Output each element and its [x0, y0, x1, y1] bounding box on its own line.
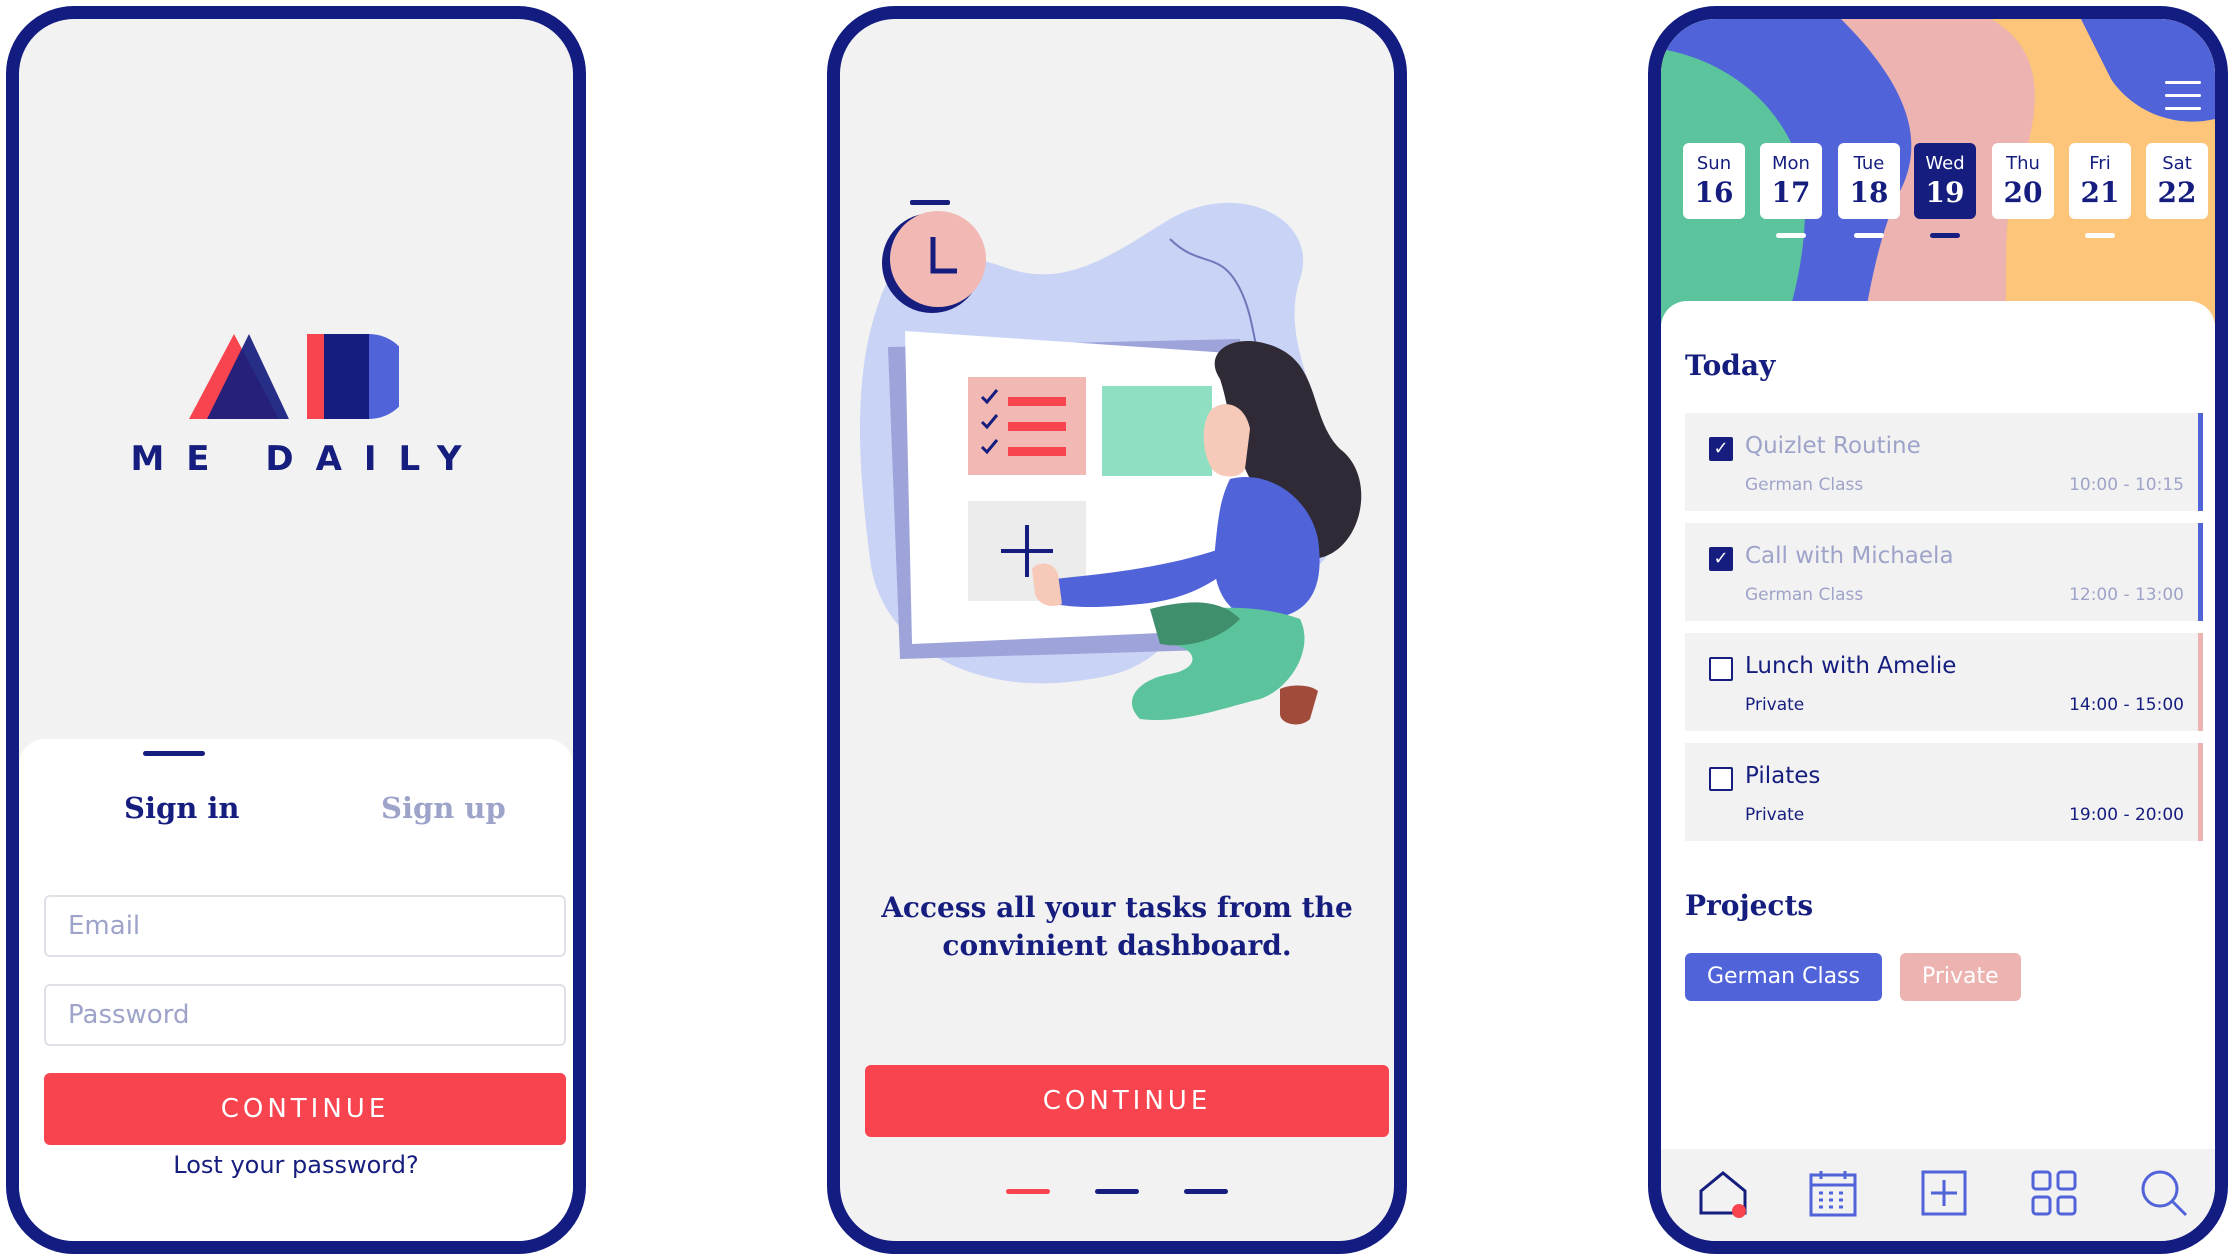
add-icon[interactable]	[1918, 1167, 1970, 1219]
day-name: Thu	[2006, 153, 2040, 174]
task-time: 14:00 - 15:00	[2069, 695, 2184, 715]
task-checkbox[interactable]	[1709, 657, 1733, 681]
email-field[interactable]	[44, 895, 566, 957]
project-chip-german-class[interactable]: German Class	[1685, 953, 1882, 1001]
day-number: 17	[1771, 176, 1811, 209]
task-time: 12:00 - 13:00	[2069, 585, 2184, 605]
day-number: 21	[2080, 176, 2120, 209]
continue-button[interactable]: CONTINUE	[44, 1073, 566, 1145]
signin-sheet: Sign in Sign up CONTINUE Lost your passw…	[19, 739, 573, 1241]
pager-dots	[840, 1179, 1394, 1198]
day-name: Wed	[1925, 153, 1965, 174]
task-category: Private	[1745, 695, 1805, 715]
lost-password-link[interactable]: Lost your password?	[19, 1151, 573, 1179]
day-number: 22	[2157, 176, 2197, 209]
projects-title: Projects	[1685, 889, 1814, 922]
task-title: Lunch with Amelie	[1745, 653, 1957, 679]
grid-icon[interactable]	[2028, 1167, 2080, 1219]
task-checkbox[interactable]: ✓	[1709, 437, 1733, 461]
day-number: 20	[2003, 176, 2043, 209]
task-category: German Class	[1745, 475, 1864, 495]
event-indicator	[1930, 233, 1960, 238]
dashboard-phone: Sun 16 Mon 17 Tue 18 Wed 19 Thu 20 Fri 21 Sat 2…	[1648, 6, 2228, 1254]
day-number: 16	[1694, 176, 1734, 209]
task-title: Call with Michaela	[1745, 543, 1954, 569]
task-title: Quizlet Routine	[1745, 433, 1921, 459]
task-time: 10:00 - 10:15	[2069, 475, 2184, 495]
day-name: Mon	[1772, 153, 1810, 174]
calendar-icon[interactable]	[1807, 1167, 1859, 1219]
signin-phone: ME DAILY Sign in Sign up CONTINUE Lost y…	[6, 6, 586, 1254]
event-indicator	[2085, 233, 2115, 238]
pager-dot[interactable]	[1184, 1189, 1229, 1194]
dashboard-content: Today ✓ Quizlet Routine German Class 10:…	[1661, 301, 2215, 1151]
event-indicator	[1854, 233, 1884, 238]
app-name: ME DAILY	[130, 439, 484, 479]
onboarding-message: Access all your tasks from the convinien…	[881, 891, 1353, 962]
tab-sign-in[interactable]: Sign in	[124, 791, 240, 825]
event-indicator	[1776, 233, 1806, 238]
woman-using-dashboard-illustration	[860, 200, 1362, 725]
sheet-handle[interactable]	[143, 751, 205, 756]
task-checkbox[interactable]	[1709, 767, 1733, 791]
task-item[interactable]: Lunch with Amelie Private 14:00 - 15:00	[1685, 633, 2203, 731]
today-title: Today	[1685, 349, 1776, 382]
bottom-navigation	[1661, 1149, 2215, 1241]
day-fri[interactable]: Fri 21	[2069, 143, 2131, 219]
day-name: Sat	[2162, 153, 2192, 174]
pager-dot[interactable]	[1005, 1189, 1050, 1194]
task-time: 19:00 - 20:00	[2069, 805, 2184, 825]
day-name: Tue	[1853, 153, 1885, 174]
day-mon[interactable]: Mon 17	[1760, 143, 1822, 219]
task-item[interactable]: ✓ Quizlet Routine German Class 10:00 - 1…	[1685, 413, 2203, 511]
onboarding-phone: Access all your tasks from the convinien…	[827, 6, 1407, 1254]
search-icon[interactable]	[2138, 1167, 2190, 1219]
day-wed[interactable]: Wed 19	[1914, 143, 1976, 219]
day-sun[interactable]: Sun 16	[1683, 143, 1745, 219]
tab-sign-up[interactable]: Sign up	[381, 791, 506, 825]
day-name: Sun	[1696, 153, 1732, 174]
day-number: 19	[1925, 176, 1965, 209]
day-name: Fri	[2089, 153, 2111, 174]
task-checkbox[interactable]: ✓	[1709, 547, 1733, 571]
task-category: Private	[1745, 805, 1805, 825]
day-sat[interactable]: Sat 22	[2146, 143, 2208, 219]
task-category: German Class	[1745, 585, 1864, 605]
hamburger-menu-icon[interactable]	[2165, 81, 2201, 120]
home-icon[interactable]	[1697, 1167, 1749, 1219]
day-tue[interactable]: Tue 18	[1838, 143, 1900, 219]
pager-dot[interactable]	[1095, 1189, 1139, 1194]
project-chip-private[interactable]: Private	[1900, 953, 2021, 1001]
day-number: 18	[1849, 176, 1889, 209]
task-item[interactable]: ✓ Call with Michaela German Class 12:00 …	[1685, 523, 2203, 621]
task-title: Pilates	[1745, 763, 1821, 789]
me-daily-logo	[189, 334, 399, 419]
task-item[interactable]: Pilates Private 19:00 - 20:00	[1685, 743, 2203, 841]
password-field[interactable]	[44, 984, 566, 1046]
continue-button[interactable]: CONTINUE	[865, 1065, 1389, 1137]
day-thu[interactable]: Thu 20	[1992, 143, 2054, 219]
